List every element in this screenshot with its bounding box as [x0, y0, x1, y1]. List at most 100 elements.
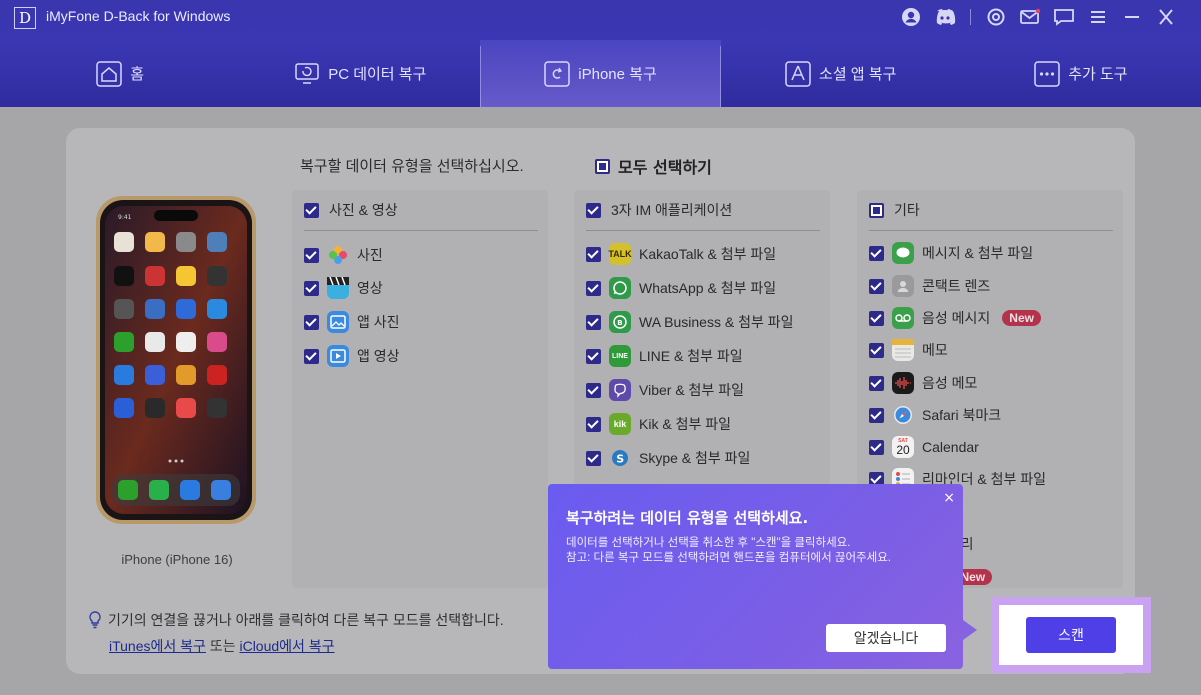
main-nav: 홈 PC 데이터 복구 iPhone 복구 소셜 앱 복구 추가 도구 [0, 40, 1201, 107]
more-tools-icon [1034, 60, 1060, 87]
category-others-title: 기타 [894, 202, 920, 218]
popover-line-1: 데이터를 선택하거나 선택을 취소한 후 "스캔"을 클릭하세요. [566, 537, 851, 549]
item-calendar[interactable]: SAT 20 Calendar [869, 436, 979, 458]
item-label: Calendar [922, 439, 979, 455]
item-label: WhatsApp & 첨부 파일 [639, 280, 777, 296]
item-label: Safari 북마크 [922, 407, 1002, 423]
item-checkbox[interactable] [304, 280, 319, 296]
item-kakaotalk[interactable]: TALK KakaoTalk & 첨부 파일 [586, 243, 776, 265]
item-voicemail[interactable]: 음성 메시지 New [869, 307, 1041, 329]
select-all-checkbox[interactable]: 모두 선택하기 [595, 154, 712, 178]
settings-icon[interactable] [979, 6, 1013, 28]
item-skype[interactable]: S Skype & 첨부 파일 [586, 447, 750, 469]
tab-social-recovery[interactable]: 소셜 앱 복구 [721, 40, 961, 107]
item-checkbox[interactable] [586, 416, 601, 432]
category-others-checkbox[interactable] [869, 202, 884, 218]
item-notes[interactable]: 메모 [869, 339, 948, 361]
item-contacts[interactable]: 콘택트 렌즈 [869, 275, 990, 297]
icloud-recovery-link[interactable]: iCloud에서 복구 [239, 638, 334, 654]
item-line[interactable]: LINE LINE & 첨부 파일 [586, 345, 743, 367]
item-checkbox[interactable] [586, 314, 601, 330]
mail-icon[interactable] [1013, 6, 1047, 28]
item-safari[interactable]: Safari 북마크 [869, 404, 1001, 426]
hint-label: 기기의 연결을 끊거나 아래를 클릭하여 다른 복구 모드를 선택합니다. [108, 612, 504, 628]
account-icon[interactable] [894, 6, 928, 28]
tab-more-tools[interactable]: 추가 도구 [961, 40, 1201, 107]
chat-icon[interactable] [1047, 6, 1081, 28]
tab-pc-recovery[interactable]: PC 데이터 복구 [240, 40, 480, 107]
item-messages[interactable]: 메시지 & 첨부 파일 [869, 242, 1033, 264]
item-viber[interactable]: Viber & 첨부 파일 [586, 379, 744, 401]
page-heading: 복구할 데이터 유형을 선택하십시오. [300, 158, 524, 175]
item-checkbox[interactable] [586, 246, 601, 262]
itunes-recovery-link[interactable]: iTunes에서 복구 [109, 638, 206, 654]
category-photos: 사진 & 영상 사진 영상 앱 사진 앱 영상 [292, 190, 548, 588]
wa-business-icon: B [609, 311, 631, 333]
minimize-icon[interactable] [1115, 6, 1149, 28]
contacts-icon [892, 275, 914, 297]
item-checkbox[interactable] [869, 342, 884, 358]
menu-icon[interactable] [1081, 6, 1115, 28]
discord-icon[interactable] [928, 6, 962, 28]
popover-arrow [963, 620, 977, 640]
item-checkbox[interactable] [869, 245, 884, 261]
popover-ok-button[interactable]: 알겠습니다 [826, 624, 946, 652]
tab-social-recovery-label: 소셜 앱 복구 [819, 66, 897, 83]
app-video-icon [327, 345, 349, 367]
scan-button[interactable]: 스캔 [1026, 617, 1116, 653]
item-checkbox[interactable] [586, 382, 601, 398]
category-others-header[interactable]: 기타 [869, 200, 920, 220]
select-all-box[interactable] [595, 158, 610, 174]
item-video[interactable]: 영상 [304, 277, 383, 299]
item-voice-memo[interactable]: 음성 메모 [869, 372, 977, 394]
item-label: 앱 영상 [357, 348, 400, 364]
item-app-video[interactable]: 앱 영상 [304, 345, 400, 367]
item-checkbox[interactable] [869, 310, 884, 326]
item-checkbox[interactable] [586, 450, 601, 466]
tab-iphone-recovery[interactable]: iPhone 복구 [480, 40, 721, 107]
voice-memo-icon [892, 372, 914, 394]
close-icon[interactable] [1149, 6, 1183, 28]
photos-icon [327, 244, 349, 266]
item-checkbox[interactable] [304, 348, 319, 364]
item-checkbox[interactable] [304, 247, 319, 263]
item-photos[interactable]: 사진 [304, 244, 383, 266]
skype-icon: S [609, 447, 631, 469]
item-whatsapp[interactable]: WhatsApp & 첨부 파일 [586, 277, 776, 299]
tab-more-tools-label: 추가 도구 [1068, 66, 1128, 83]
item-label: 콘택트 렌즈 [922, 278, 991, 294]
item-kik[interactable]: kik Kik & 첨부 파일 [586, 413, 731, 435]
item-wa-business[interactable]: B WA Business & 첨부 파일 [586, 311, 793, 333]
notes-icon [892, 339, 914, 361]
item-label: 음성 메모 [922, 375, 978, 391]
item-checkbox[interactable] [586, 280, 601, 296]
popover-close-icon[interactable]: × [943, 490, 955, 506]
item-label: 영상 [357, 280, 383, 296]
category-im-header[interactable]: 3자 IM 애플리케이션 [586, 200, 732, 220]
safari-icon [892, 404, 914, 426]
recovery-mode-links: iTunes에서 복구 또는 iCloud에서 복구 [109, 636, 335, 656]
home-icon [96, 60, 122, 87]
tab-home[interactable]: 홈 [0, 40, 240, 107]
item-checkbox[interactable] [869, 407, 884, 423]
category-photos-checkbox[interactable] [304, 202, 319, 218]
item-checkbox[interactable] [869, 278, 884, 294]
kik-icon: kik [609, 413, 631, 435]
titlebar-separator [970, 9, 971, 25]
social-app-icon [785, 60, 811, 87]
category-photos-header[interactable]: 사진 & 영상 [304, 200, 398, 220]
item-label: KakaoTalk & 첨부 파일 [639, 246, 777, 262]
guide-popover: × 복구하려는 데이터 유형을 선택하세요. 데이터를 선택하거나 선택을 취소… [548, 484, 963, 669]
category-im-checkbox[interactable] [586, 202, 601, 218]
pc-recovery-icon [294, 61, 320, 87]
titlebar-icons [894, 6, 1183, 28]
svg-text:B: B [617, 319, 622, 327]
item-checkbox[interactable] [586, 348, 601, 364]
item-checkbox[interactable] [869, 439, 884, 455]
item-checkbox[interactable] [869, 375, 884, 391]
lightbulb-icon [89, 611, 101, 629]
category-photos-title: 사진 & 영상 [329, 202, 398, 218]
item-checkbox[interactable] [304, 314, 319, 330]
item-app-photo[interactable]: 앱 사진 [304, 311, 400, 333]
tab-iphone-recovery-label: iPhone 복구 [578, 66, 657, 83]
